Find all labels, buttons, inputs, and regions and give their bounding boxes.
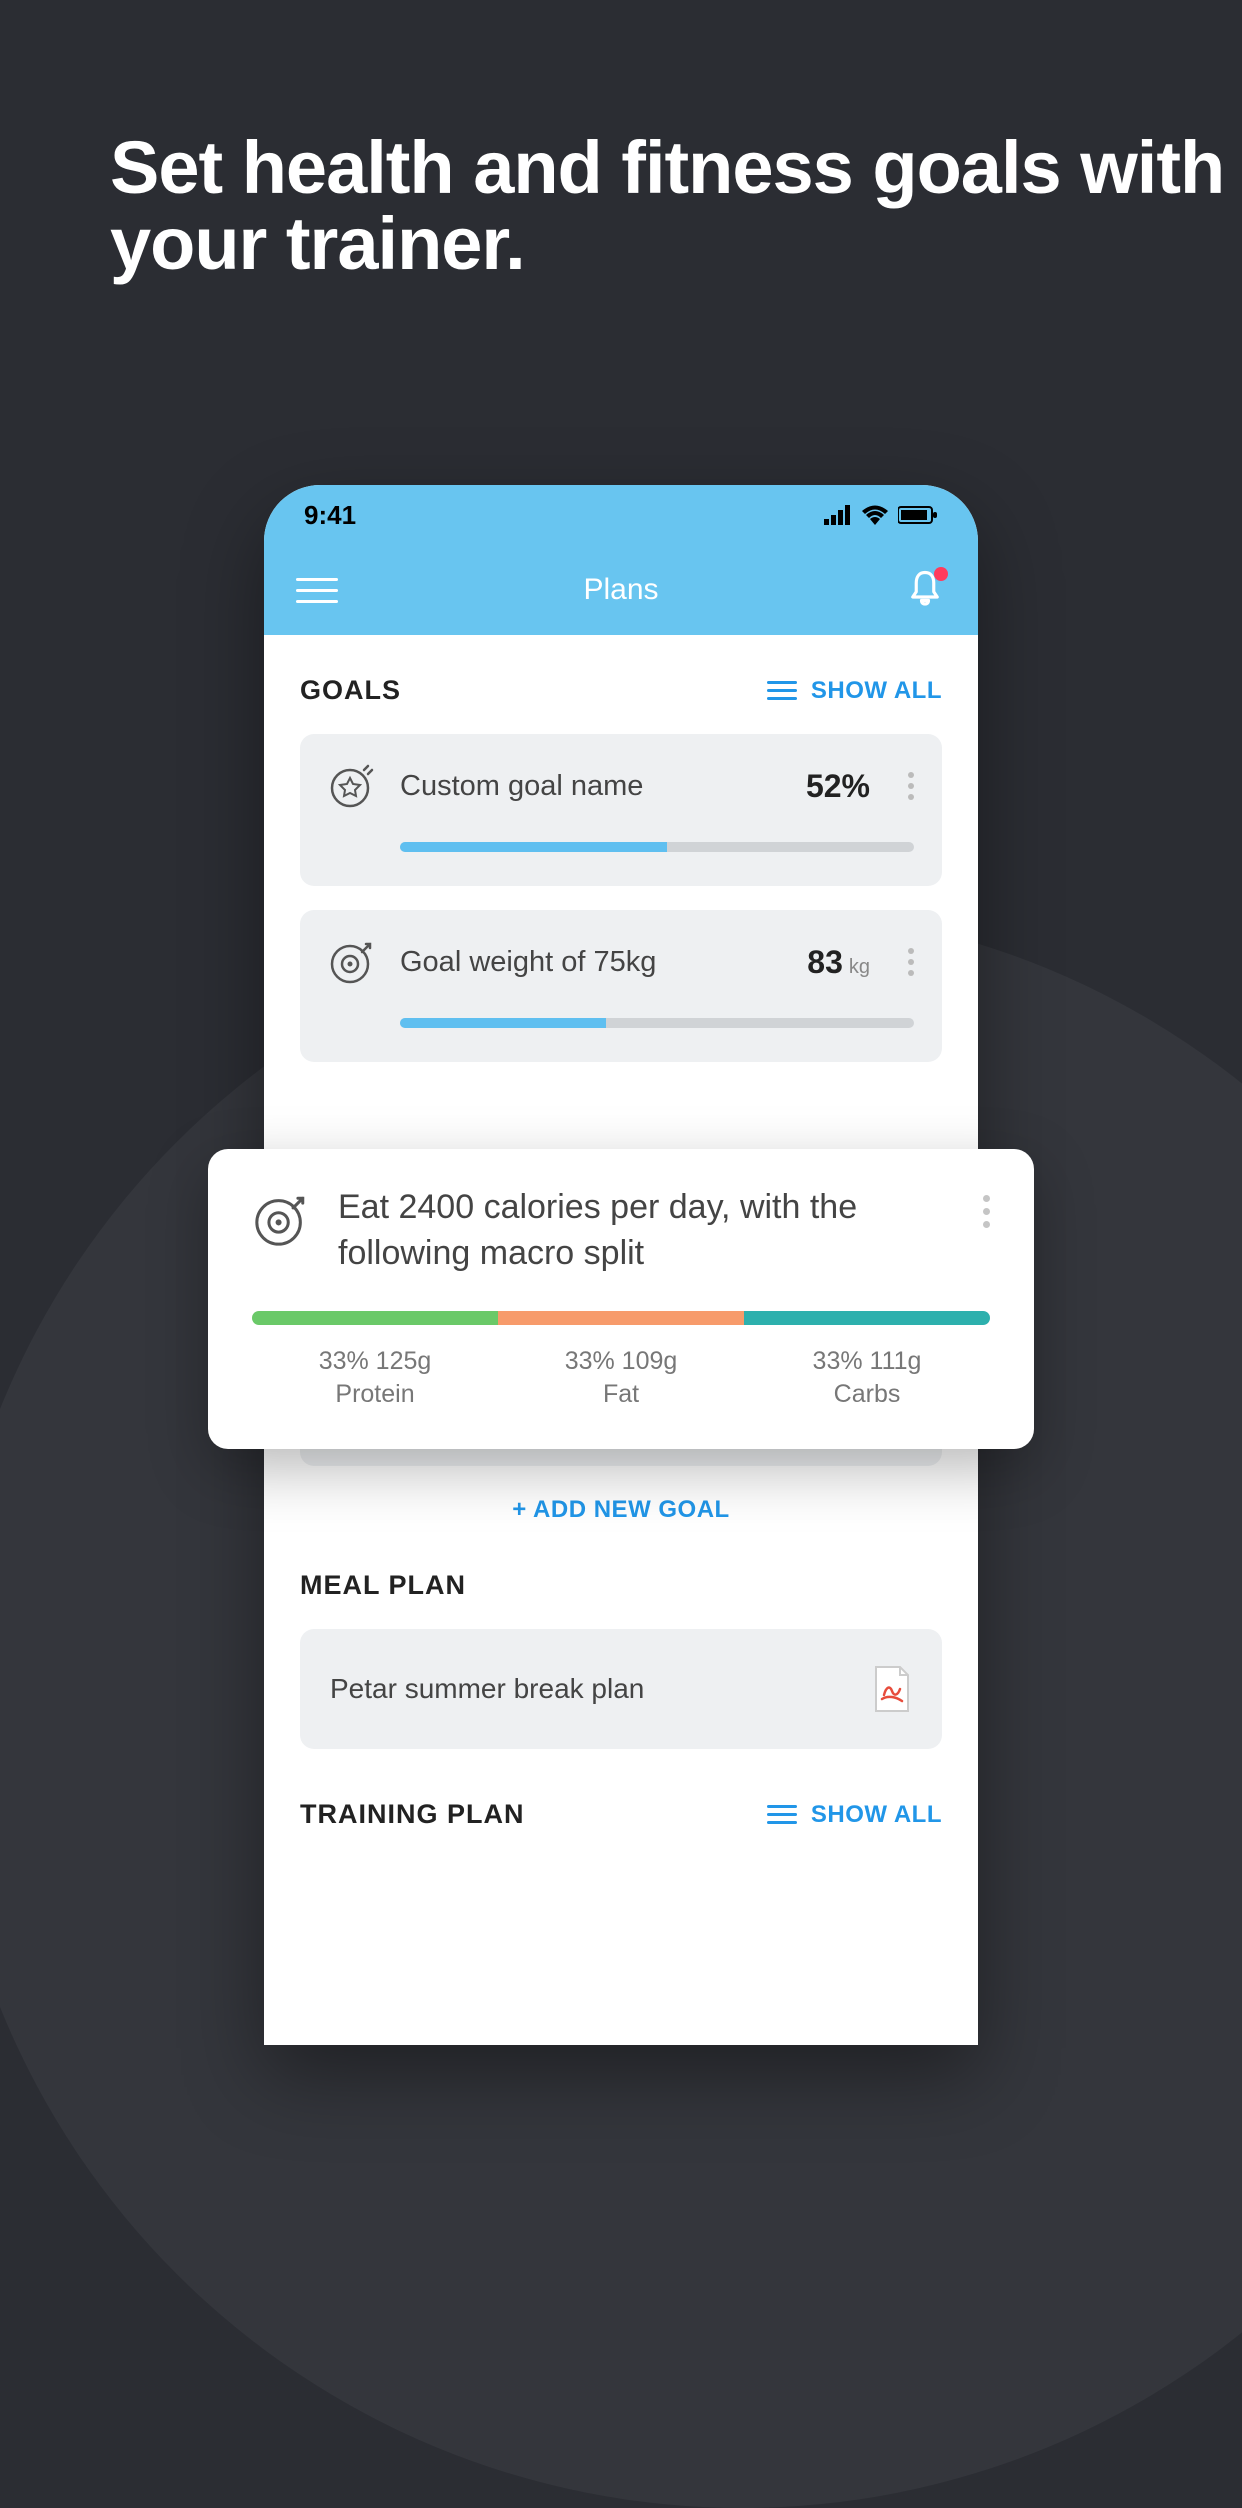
progress-bar (400, 1018, 914, 1028)
list-icon (767, 681, 797, 700)
macro-segment-fat (498, 1311, 744, 1325)
goals-show-all-button[interactable]: SHOW ALL (767, 677, 942, 705)
progress-fill (400, 842, 667, 852)
meal-plan-title: MEAL PLAN (300, 1570, 466, 1601)
goal-menu-button[interactable] (908, 772, 914, 800)
add-goal-button[interactable]: + ADD NEW GOAL (300, 1496, 942, 1524)
macro-split-bar (252, 1311, 990, 1325)
nav-bar: Plans (264, 545, 978, 635)
goal-value: 52% (806, 768, 870, 805)
battery-icon (898, 505, 938, 525)
meal-plan-header: MEAL PLAN (300, 1570, 942, 1601)
goals-header: GOALS SHOW ALL (300, 675, 942, 706)
training-plan-title: TRAINING PLAN (300, 1799, 525, 1830)
signal-icon (824, 505, 852, 525)
goal-card[interactable]: Custom goal name 52% (300, 734, 942, 886)
goal-value: 83 kg (807, 944, 870, 981)
goal-menu-button[interactable] (983, 1195, 990, 1228)
status-icons (824, 505, 938, 525)
meal-plan-card[interactable]: Petar summer break plan (300, 1629, 942, 1749)
show-all-label: SHOW ALL (811, 1801, 942, 1829)
goals-title: GOALS (300, 675, 401, 706)
show-all-label: SHOW ALL (811, 677, 942, 705)
notification-dot (934, 567, 948, 581)
macro-col-protein: 33% 125g Protein (252, 1347, 498, 1409)
training-plan-header: TRAINING PLAN SHOW ALL (300, 1799, 942, 1830)
list-icon (767, 1805, 797, 1824)
progress-bar (400, 842, 914, 852)
goal-name: Goal weight of 75kg (400, 946, 783, 979)
status-time: 9:41 (304, 500, 356, 531)
macro-labels: 33% 125g Protein 33% 109g Fat 33% 111g C… (252, 1347, 990, 1409)
macro-goal-title: Eat 2400 calories per day, with the foll… (338, 1185, 955, 1277)
training-show-all-button[interactable]: SHOW ALL (767, 1801, 942, 1829)
menu-icon[interactable] (296, 578, 338, 603)
macro-segment-carbs (744, 1311, 990, 1325)
pdf-icon (872, 1665, 912, 1713)
star-target-icon (328, 762, 376, 810)
wifi-icon (862, 505, 888, 525)
notifications-button[interactable] (904, 569, 946, 611)
nav-title: Plans (583, 573, 658, 607)
progress-fill (400, 1018, 606, 1028)
macro-goal-card[interactable]: Eat 2400 calories per day, with the foll… (208, 1149, 1034, 1449)
goal-card[interactable]: Goal weight of 75kg 83 kg (300, 910, 942, 1062)
goal-name: Custom goal name (400, 770, 782, 803)
target-icon (328, 938, 376, 986)
macro-col-fat: 33% 109g Fat (498, 1347, 744, 1409)
goal-menu-button[interactable] (908, 948, 914, 976)
promo-headline: Set health and fitness goals with your t… (110, 130, 1242, 282)
status-bar: 9:41 (264, 485, 978, 545)
target-icon (252, 1191, 310, 1249)
macro-col-carbs: 33% 111g Carbs (744, 1347, 990, 1409)
meal-plan-name: Petar summer break plan (330, 1673, 644, 1705)
macro-segment-protein (252, 1311, 498, 1325)
